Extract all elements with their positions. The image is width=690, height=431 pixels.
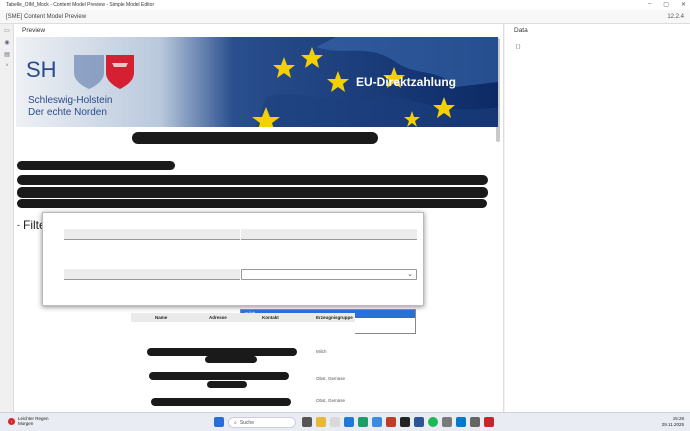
table-icon[interactable]: ▤ [0, 48, 14, 60]
results-table: Name Adresse Kontakt Erzeugnisgruppe Mil… [131, 313, 355, 406]
redacted-title [132, 132, 378, 144]
col-name[interactable]: Name [155, 315, 167, 320]
search-icon: ⌕ [234, 419, 237, 426]
vscode-icon[interactable] [456, 417, 466, 427]
preview-label: Preview [22, 26, 46, 34]
taskbar-search[interactable]: ⌕ Suche [228, 417, 296, 428]
app-icon[interactable] [330, 417, 340, 427]
palette-icon[interactable]: ◉ [0, 36, 14, 48]
left-toolbar: ▭ ◉ ▤ ⱽ [0, 24, 14, 412]
app-icon[interactable] [484, 417, 494, 427]
weather-alert-icon: ! [8, 417, 15, 425]
table-cell-group: Obst, Gemüse [316, 398, 346, 403]
redacted-cell [151, 398, 291, 406]
redacted-cell [149, 372, 289, 380]
banner-headline: EU-Direktzahlung [356, 75, 456, 89]
table-cell-group: Obst, Gemüse [316, 376, 346, 381]
redacted-text [17, 187, 488, 198]
version-label: 12.2.4 [667, 13, 684, 20]
table-header: Name Adresse Kontakt Erzeugnisgruppe [131, 313, 355, 322]
redacted-text [17, 175, 488, 185]
app-icon[interactable] [414, 417, 424, 427]
redacted-cell [207, 381, 247, 388]
data-label: Data [514, 26, 528, 34]
filter-field-2[interactable] [241, 229, 417, 240]
col-adresse[interactable]: Adresse [209, 315, 227, 320]
weather-widget[interactable]: ! Leichter Regen Morgen [8, 416, 49, 426]
redacted-text [17, 199, 487, 208]
weather-sub: Morgen [18, 421, 34, 426]
task-view-icon[interactable] [302, 417, 312, 427]
windows-start-icon[interactable] [214, 417, 224, 427]
app-icon[interactable] [386, 417, 396, 427]
filter-field-1[interactable] [64, 229, 240, 240]
app-icon[interactable] [358, 417, 368, 427]
col-kontakt[interactable]: Kontakt [262, 315, 279, 320]
redacted-cell [147, 348, 297, 356]
col-erzeugnisgruppe[interactable]: Erzeugnisgruppe [316, 315, 353, 320]
variable-icon[interactable]: ⱽ [0, 60, 14, 72]
chevron-down-icon: ⌄ [407, 271, 413, 278]
app-icon[interactable] [470, 417, 480, 427]
app-icon[interactable] [344, 417, 354, 427]
app-icon[interactable] [442, 417, 452, 427]
table-cell-group: Milch [316, 349, 327, 354]
app-icon[interactable] [400, 417, 410, 427]
close-icon[interactable]: ✕ [681, 1, 686, 8]
app-header-title: [SME] Content Model Preview [6, 13, 87, 20]
spotify-icon[interactable] [428, 417, 438, 427]
taskbar: ! Leichter Regen Morgen ⌕ Suche 15:28 29… [0, 412, 690, 431]
logo-line1: Schleswig-Holstein [28, 95, 112, 106]
banner-image: SH Schleswig-Holstein Der echte Norden E… [16, 37, 498, 127]
logo-line2: Der echte Norden [28, 107, 107, 118]
logo-sh: SH [26, 57, 57, 82]
file-explorer-icon[interactable] [316, 417, 326, 427]
window-title: Tabelle_OIM_Mock - Content Model Preview… [6, 2, 155, 8]
system-clock[interactable]: 15:28 29.11.2025 [662, 416, 684, 428]
maximize-icon[interactable]: ▢ [663, 1, 669, 8]
redacted-text [17, 161, 175, 170]
file-icon[interactable]: ▭ [0, 24, 14, 36]
collapse-toggle-icon[interactable]: - [17, 220, 20, 230]
app-icon[interactable] [372, 417, 382, 427]
filter-card: ⌄ [42, 212, 424, 306]
app-header: [SME] Content Model Preview 12.2.4 [0, 10, 690, 24]
clock-date: 29.11.2025 [661, 422, 684, 427]
filter-field-3[interactable] [64, 269, 240, 280]
data-json[interactable]: {} [515, 44, 521, 50]
erzeugnis-select[interactable]: ⌄ [241, 269, 417, 280]
redacted-cell [205, 356, 257, 363]
search-placeholder: Suche [239, 419, 254, 426]
data-pane: Data {} [505, 24, 690, 412]
minimize-icon[interactable]: – [648, 1, 651, 8]
window-titlebar: Tabelle_OIM_Mock - Content Model Preview… [0, 0, 690, 10]
